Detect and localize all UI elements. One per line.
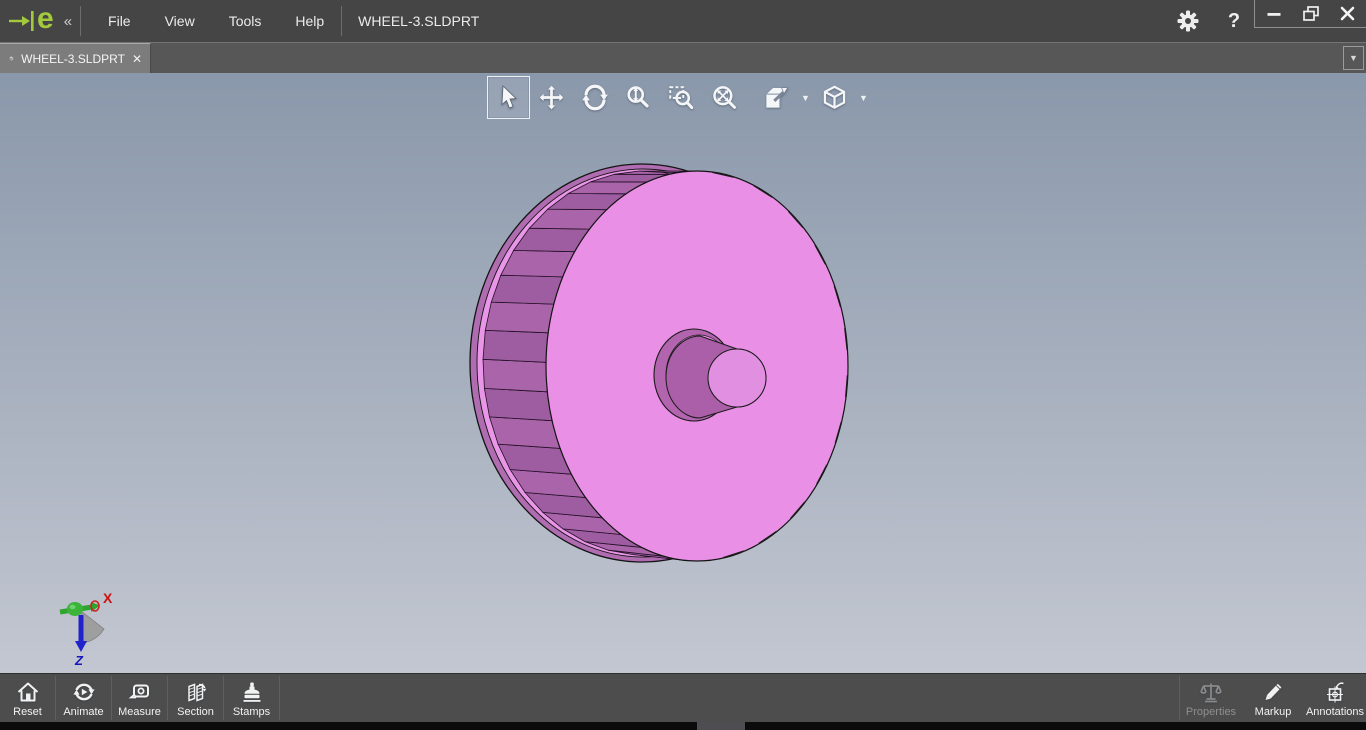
minimize-button[interactable] [1255, 0, 1292, 27]
markup-button[interactable]: Markup [1242, 674, 1304, 722]
view-orientation-button[interactable] [813, 76, 856, 119]
view-cube-icon [823, 85, 846, 109]
properties-label: Properties [1185, 706, 1237, 718]
tab-close-icon[interactable]: ✕ [132, 52, 142, 66]
triad-x-label: X [103, 590, 113, 606]
rotate-tool-button[interactable] [573, 76, 616, 119]
tab-overflow-dropdown[interactable]: ▼ [1343, 46, 1364, 70]
taskbar-edge [0, 722, 1366, 730]
gear-icon [1177, 10, 1199, 32]
settings-button[interactable] [1172, 5, 1204, 37]
markup-pencil-icon [1265, 683, 1282, 700]
edrawings-logo-e: e [37, 2, 54, 35]
section-button[interactable]: Section [168, 674, 223, 722]
reset-label: Reset [13, 706, 42, 718]
annotations-label: Annotations [1305, 706, 1365, 718]
view-orientation-dropdown[interactable]: ▼ [856, 76, 871, 119]
close-button[interactable] [1329, 0, 1366, 27]
tab-bar: WHEEL-3.SLDPRT ✕ ▼ [0, 43, 1366, 73]
menu-item-file[interactable]: File [91, 7, 148, 35]
orientation-triad: X Z [59, 590, 113, 667]
help-button[interactable]: ? [1218, 5, 1250, 37]
model-orientation-dropdown[interactable]: ▼ [798, 76, 813, 119]
question-mark-icon: ? [1227, 9, 1241, 32]
menu-item-help[interactable]: Help [278, 7, 341, 35]
reset-button[interactable]: Reset [0, 674, 55, 722]
restore-icon [1302, 6, 1319, 21]
markup-label: Markup [1254, 706, 1292, 718]
edrawings-window: e « File View Tools Help WHEEL-3.SLDPRT [0, 0, 1366, 730]
properties-button: Properties [1180, 674, 1242, 722]
triad-z-label: Z [74, 653, 84, 667]
window-controls [1254, 0, 1366, 28]
restore-button[interactable] [1292, 0, 1329, 27]
tab-wheel-3[interactable]: WHEEL-3.SLDPRT ✕ [0, 43, 151, 73]
select-tool-button[interactable] [487, 76, 530, 119]
zoom-fit-tool-button[interactable] [702, 76, 745, 119]
wheel-3d-model[interactable] [450, 148, 870, 578]
close-icon [1340, 6, 1355, 21]
view-toolbar: ▼ ▼ [487, 76, 871, 119]
model-viewport[interactable]: ▼ ▼ X Z [0, 73, 1366, 674]
pan-tool-button[interactable] [530, 76, 573, 119]
section-label: Section [177, 706, 214, 718]
title-bar: e « File View Tools Help WHEEL-3.SLDPRT [0, 0, 1366, 43]
menu-bar: File View Tools Help [81, 7, 341, 35]
home-icon [17, 682, 38, 702]
annotations-button[interactable]: Annotations [1304, 674, 1366, 722]
part-document-icon [9, 56, 14, 61]
zoom-fit-icon [712, 85, 736, 109]
measure-label: Measure [118, 706, 161, 718]
stamps-label: Stamps [232, 706, 271, 718]
annotations-icon [1327, 682, 1344, 703]
zoom-tool-button[interactable] [616, 76, 659, 119]
edrawings-logo: e [0, 0, 60, 42]
animate-label: Animate [63, 706, 104, 718]
drawing-views-cube-icon [766, 87, 789, 108]
edrawings-arrow-icon [9, 11, 34, 31]
collapse-menu-chevron[interactable]: « [60, 13, 80, 30]
triad-sphere-wedge [80, 610, 105, 644]
minimize-icon [1267, 12, 1280, 16]
stamps-button[interactable]: Stamps [224, 674, 279, 722]
menu-item-tools[interactable]: Tools [212, 7, 279, 35]
menu-item-view[interactable]: View [148, 7, 212, 35]
zoom-in-out-icon [626, 85, 649, 107]
measure-tape-icon [128, 684, 149, 699]
tab-label: WHEEL-3.SLDPRT [21, 51, 125, 66]
bottom-toolbar-spacer [280, 674, 1179, 722]
animate-button[interactable]: Animate [56, 674, 111, 722]
section-icon [187, 683, 206, 702]
model-orientation-button[interactable] [755, 76, 798, 119]
animate-icon [72, 683, 95, 701]
taskbar-edge-segment [697, 722, 745, 730]
pan-arrows-icon [539, 85, 564, 110]
measure-button[interactable]: Measure [112, 674, 167, 722]
zoom-area-icon [668, 85, 693, 109]
properties-scale-icon [1200, 683, 1222, 703]
cursor-arrow-icon [501, 84, 517, 109]
rotate-arrows-icon [581, 84, 608, 111]
bottom-toolbar: Reset Animate Measure Section Stamps Pro… [0, 674, 1366, 722]
document-title: WHEEL-3.SLDPRT [358, 13, 480, 29]
stamp-icon [243, 682, 260, 702]
zoom-area-tool-button[interactable] [659, 76, 702, 119]
hub-cap [707, 348, 767, 408]
